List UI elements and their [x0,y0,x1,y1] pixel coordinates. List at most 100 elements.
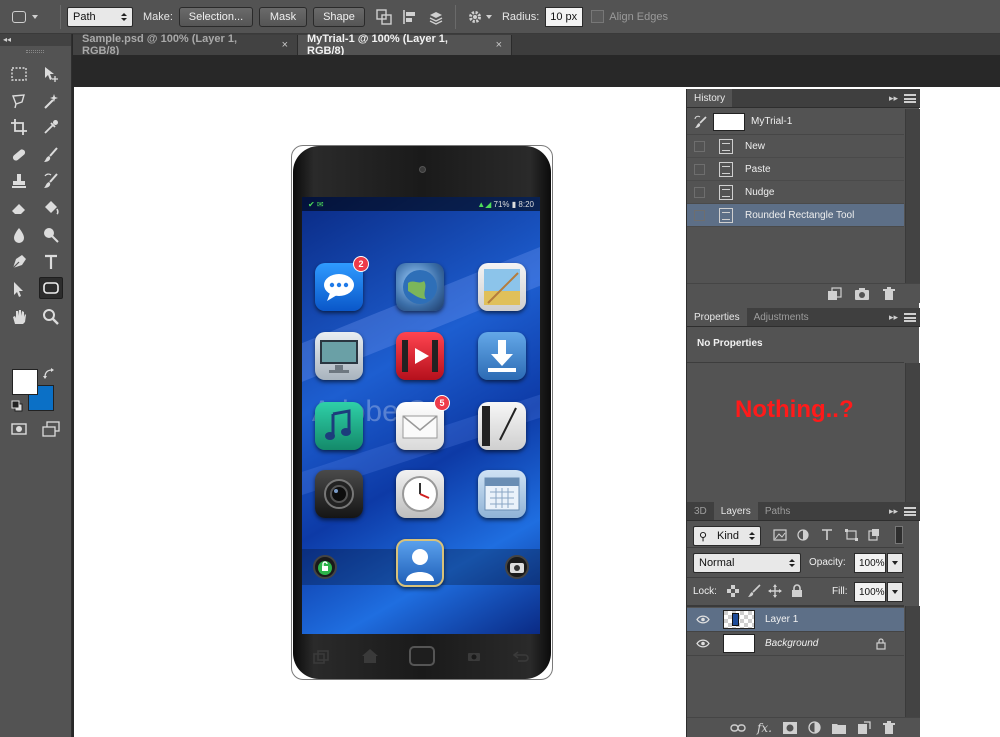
clone-stamp-tool[interactable] [7,170,31,192]
lock-position-icon[interactable] [768,584,782,598]
layer-visibility-toggle[interactable] [695,615,711,624]
new-layer-icon[interactable] [857,720,871,735]
tab-3d[interactable]: 3D [687,502,714,520]
filter-adjustment-icon[interactable] [797,529,809,541]
home-icon [362,649,378,663]
fill-dropdown-button[interactable] [887,582,903,602]
new-snapshot-camera-icon[interactable] [854,287,870,301]
tab-layers[interactable]: Layers [713,502,758,520]
history-brush-source-checkbox[interactable] [694,140,705,152]
tab-properties[interactable]: Properties [687,308,747,326]
eyedropper-tool[interactable] [39,116,63,138]
tab-paths[interactable]: Paths [758,502,798,520]
panel-menu-icon[interactable] [904,313,916,322]
layers-scrollbar[interactable] [905,606,920,717]
quick-mask-mode-button[interactable] [7,418,31,440]
history-scrollbar[interactable] [905,109,920,287]
new-document-from-state-icon[interactable] [826,286,842,301]
brush-tool[interactable] [39,144,63,166]
history-brush-tool[interactable] [39,170,63,192]
filter-shape-icon[interactable] [845,529,858,541]
spot-healing-brush-tool[interactable] [7,144,31,166]
lasso-tool[interactable] [7,90,31,112]
geometry-options-button[interactable] [462,6,488,28]
paint-bucket-tool[interactable] [39,197,63,219]
tool-preset-picker[interactable] [8,4,54,30]
history-state-selected[interactable]: Rounded Rectangle Tool [687,204,904,227]
radius-input[interactable]: 10 px [545,6,584,27]
path-mode-value: Path [73,10,96,23]
filter-smart-object-icon[interactable] [868,528,880,541]
move-tool[interactable] [39,63,63,85]
align-edges-checkbox[interactable] [591,10,605,23]
rectangular-marquee-tool[interactable] [7,63,31,85]
lock-transparency-icon[interactable] [727,585,739,597]
lock-image-pixels-icon[interactable] [747,584,761,598]
layer-row[interactable]: Layer 1 [687,608,904,632]
hand-tool[interactable] [7,306,31,328]
screen-mode-button[interactable] [39,418,63,440]
new-group-folder-icon[interactable] [832,722,846,734]
close-icon[interactable]: × [282,39,288,51]
eraser-tool[interactable] [7,197,31,219]
path-alignment-button[interactable] [397,6,423,28]
trash-icon[interactable] [882,286,896,301]
history-state[interactable]: New [687,135,904,158]
history-state[interactable]: Nudge [687,181,904,204]
make-shape-button[interactable]: Shape [312,6,365,27]
panel-grip[interactable] [26,50,44,53]
collapse-to-icons-icon[interactable]: ▸▸ [889,506,898,517]
swap-colors-icon[interactable] [43,368,55,380]
close-icon[interactable]: × [496,39,502,51]
history-brush-source-checkbox[interactable] [694,209,705,221]
layer-style-fx-button[interactable]: fx. [757,721,772,735]
fill-input[interactable]: 100% [854,582,886,602]
magic-wand-tool[interactable] [39,90,63,112]
history-brush-source-checkbox[interactable] [694,186,705,198]
rounded-rectangle-tool[interactable] [39,277,63,299]
history-footer [687,283,920,303]
new-adjustment-layer-icon[interactable] [808,721,821,734]
type-tool[interactable] [39,251,63,273]
collapse-to-icons-icon[interactable]: ▸▸ [889,312,898,323]
path-selection-tool[interactable] [7,278,31,300]
history-state[interactable]: Paste [687,158,904,181]
make-selection-button[interactable]: Selection... [178,6,253,27]
tab-sample-psd[interactable]: Sample.psd @ 100% (Layer 1, RGB/8) × [73,33,298,57]
path-mode-select[interactable]: Path [67,6,133,27]
tab-history[interactable]: History [687,89,733,107]
layer-filter-kind-select[interactable]: ⚲ Kind [693,526,761,546]
blur-tool[interactable] [7,224,31,246]
foreground-color-swatch[interactable] [12,369,38,395]
properties-scrollbar[interactable] [905,363,920,502]
filter-pixel-icon[interactable] [773,529,787,541]
opacity-input[interactable]: 100% [854,553,886,573]
add-mask-icon[interactable] [783,721,797,734]
blend-mode-select[interactable]: Normal [693,553,801,573]
path-arrangement-button[interactable] [423,6,449,28]
history-brush-source-icon [694,115,707,128]
history-brush-source-checkbox[interactable] [694,163,705,175]
make-mask-button[interactable]: Mask [258,6,307,27]
trash-icon[interactable] [882,720,896,735]
layer-row[interactable]: Background [687,632,904,656]
collapse-icon[interactable]: ◂◂ [3,35,11,44]
dodge-tool[interactable] [39,224,63,246]
link-layers-icon[interactable] [730,723,746,733]
panel-menu-icon[interactable] [904,94,916,103]
layer-visibility-toggle[interactable] [695,639,711,648]
lock-all-icon[interactable] [791,584,803,598]
collapse-to-icons-icon[interactable]: ▸▸ [889,93,898,104]
filter-toggle-switch[interactable] [895,526,903,544]
panel-menu-icon[interactable] [904,507,916,516]
history-snapshot[interactable]: MyTrial-1 [687,109,904,135]
zoom-tool[interactable] [39,306,63,328]
tab-adjustments[interactable]: Adjustments [747,308,816,326]
path-operations-button[interactable] [371,6,397,28]
tab-mytrial-1[interactable]: MyTrial-1 @ 100% (Layer 1, RGB/8) × [298,33,512,57]
filter-type-icon[interactable] [821,528,833,541]
opacity-dropdown-button[interactable] [887,553,903,573]
pen-tool[interactable] [7,251,31,273]
default-colors-icon[interactable] [11,400,23,412]
crop-tool[interactable] [7,116,31,138]
